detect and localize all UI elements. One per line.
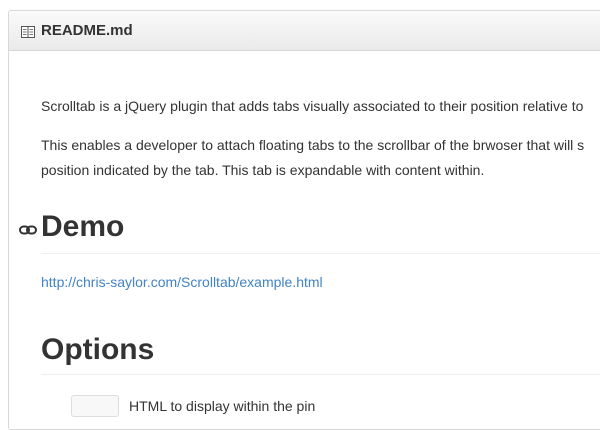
heading-divider xyxy=(41,374,600,375)
heading-divider xyxy=(41,253,600,254)
book-icon xyxy=(21,25,35,38)
description-line-2: position indicated by the tab. This tab … xyxy=(41,162,485,178)
option-row: HTML to display within the pin xyxy=(71,395,315,417)
option-code-box xyxy=(71,395,119,417)
options-heading: Options xyxy=(41,333,155,366)
option-description: HTML to display within the pin xyxy=(129,398,316,414)
readme-container: README.md Scrolltab is a jQuery plugin t… xyxy=(8,10,600,430)
intro-paragraph: Scrolltab is a jQuery plugin that adds t… xyxy=(41,98,584,114)
readme-body: Scrolltab is a jQuery plugin that adds t… xyxy=(9,52,600,429)
description-line-1: This enables a developer to attach float… xyxy=(41,137,585,153)
demo-heading: Demo xyxy=(41,210,125,243)
readme-title: README.md xyxy=(41,22,133,39)
demo-link[interactable]: http://chris-saylor.com/Scrolltab/exampl… xyxy=(41,270,323,295)
link-anchor-icon[interactable] xyxy=(19,222,37,235)
readme-header: README.md xyxy=(9,11,600,51)
